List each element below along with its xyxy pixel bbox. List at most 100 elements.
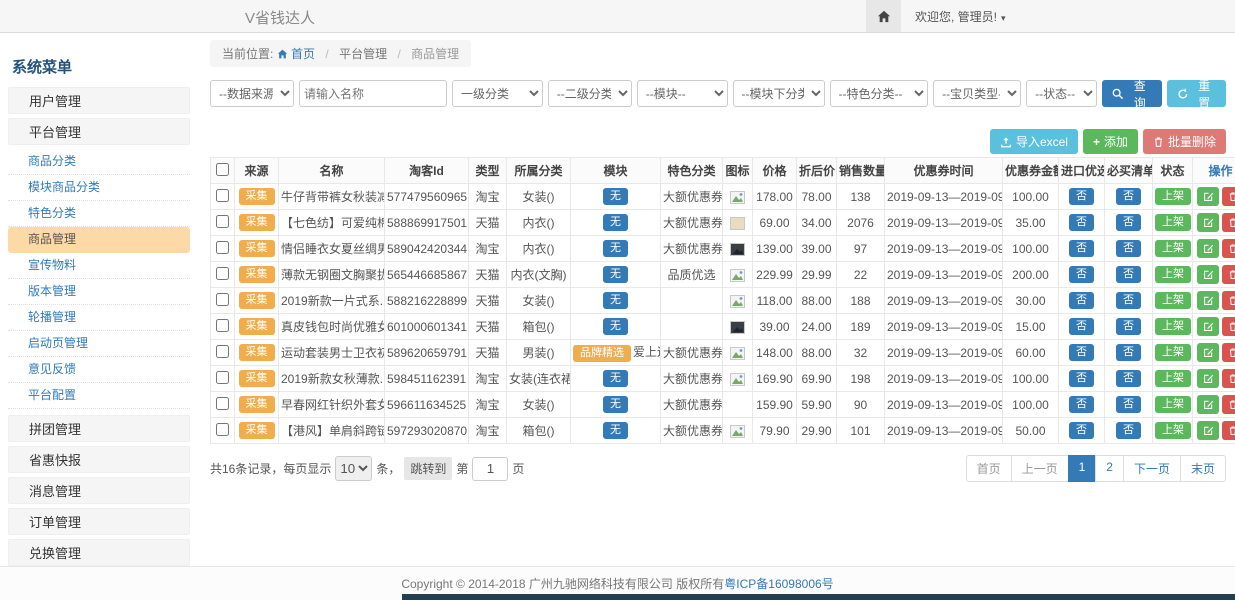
row-checkbox[interactable] (216, 397, 229, 410)
module-badge[interactable]: 无 (603, 318, 628, 335)
select-all-checkbox[interactable] (216, 163, 229, 176)
must-buy-toggle[interactable]: 否 (1116, 240, 1141, 257)
sidebar-item-5[interactable]: 商品管理 (8, 227, 190, 253)
row-checkbox[interactable] (216, 371, 229, 384)
module-badge[interactable]: 无 (603, 370, 628, 387)
status-toggle[interactable]: 上架 (1155, 370, 1191, 387)
sidebar-item-3[interactable]: 模块商品分类 (8, 175, 190, 201)
must-buy-toggle[interactable]: 否 (1116, 422, 1141, 439)
must-buy-toggle[interactable]: 否 (1116, 396, 1141, 413)
delete-button[interactable] (1222, 343, 1235, 362)
sidebar-group-16[interactable]: 兑换管理 (8, 539, 190, 566)
status-toggle[interactable]: 上架 (1155, 292, 1191, 309)
delete-button[interactable] (1222, 369, 1235, 388)
row-checkbox[interactable] (216, 189, 229, 202)
row-checkbox[interactable] (216, 267, 229, 280)
item-type-select[interactable]: --宝贝类型-- (933, 80, 1021, 107)
delete-button[interactable] (1222, 395, 1235, 414)
batch-delete-button[interactable]: 批量删除 (1143, 129, 1226, 154)
edit-button[interactable] (1197, 239, 1219, 258)
edit-button[interactable] (1197, 291, 1219, 310)
module-badge[interactable]: 无 (603, 266, 628, 283)
must-buy-toggle[interactable]: 否 (1116, 214, 1141, 231)
module-badge[interactable]: 无 (603, 396, 628, 413)
sidebar-group-1[interactable]: 平台管理 (8, 118, 190, 145)
welcome-user-menu[interactable]: 欢迎您, 管理员!▾ (915, 8, 1006, 25)
status-toggle[interactable]: 上架 (1155, 188, 1191, 205)
module-badge[interactable]: 品牌精选 (573, 345, 631, 362)
row-checkbox[interactable] (216, 241, 229, 254)
row-checkbox[interactable] (216, 345, 229, 358)
pager-button-1[interactable]: 1 (1068, 455, 1097, 482)
delete-button[interactable] (1222, 291, 1235, 310)
status-toggle[interactable]: 上架 (1155, 266, 1191, 283)
sidebar-item-2[interactable]: 商品分类 (8, 149, 190, 175)
add-button[interactable]: + 添加 (1083, 129, 1138, 154)
must-buy-toggle[interactable]: 否 (1116, 318, 1141, 335)
page-number-input[interactable] (472, 457, 508, 481)
import-select-toggle[interactable]: 否 (1069, 214, 1094, 231)
pager-button-上一页[interactable]: 上一页 (1011, 455, 1069, 482)
home-button[interactable] (866, 0, 901, 32)
status-select[interactable]: --状态-- (1026, 80, 1097, 107)
module-badge[interactable]: 无 (603, 214, 628, 231)
edit-button[interactable] (1197, 395, 1219, 414)
edit-button[interactable] (1197, 187, 1219, 206)
sidebar-group-15[interactable]: 订单管理 (8, 508, 190, 535)
module-badge[interactable]: 无 (603, 240, 628, 257)
delete-button[interactable] (1222, 317, 1235, 336)
search-button[interactable]: 查询 (1102, 80, 1161, 107)
import-select-toggle[interactable]: 否 (1069, 266, 1094, 283)
per-page-select[interactable]: 10 (335, 456, 372, 481)
import-select-toggle[interactable]: 否 (1069, 422, 1094, 439)
import-select-toggle[interactable]: 否 (1069, 318, 1094, 335)
row-checkbox[interactable] (216, 319, 229, 332)
data-source-select[interactable]: --数据来源-- (210, 80, 294, 107)
sidebar-item-10[interactable]: 意见反馈 (8, 357, 190, 383)
row-checkbox[interactable] (216, 423, 229, 436)
edit-button[interactable] (1197, 265, 1219, 284)
level2-category-select[interactable]: --二级分类-- (548, 80, 632, 107)
import-select-toggle[interactable]: 否 (1069, 344, 1094, 361)
pager-button-下一页[interactable]: 下一页 (1123, 455, 1181, 482)
edit-button[interactable] (1197, 317, 1219, 336)
edit-button[interactable] (1197, 369, 1219, 388)
status-toggle[interactable]: 上架 (1155, 422, 1191, 439)
name-input[interactable] (299, 80, 447, 107)
module-badge[interactable]: 无 (603, 292, 628, 309)
sidebar-group-14[interactable]: 消息管理 (8, 477, 190, 504)
sidebar-group-0[interactable]: 用户管理 (8, 87, 190, 114)
must-buy-toggle[interactable]: 否 (1116, 266, 1141, 283)
status-toggle[interactable]: 上架 (1155, 344, 1191, 361)
import-select-toggle[interactable]: 否 (1069, 396, 1094, 413)
sidebar-group-13[interactable]: 省惠快报 (8, 446, 190, 473)
row-checkbox[interactable] (216, 215, 229, 228)
pager-button-2[interactable]: 2 (1095, 455, 1124, 482)
import-excel-button[interactable]: 导入excel (990, 129, 1078, 154)
must-buy-toggle[interactable]: 否 (1116, 344, 1141, 361)
breadcrumb-home-link[interactable]: 首页 (277, 47, 319, 61)
edit-button[interactable] (1197, 421, 1219, 440)
edit-button[interactable] (1197, 343, 1219, 362)
feature-category-select[interactable]: --特色分类-- (830, 80, 929, 107)
delete-button[interactable] (1222, 265, 1235, 284)
import-select-toggle[interactable]: 否 (1069, 370, 1094, 387)
pager-button-末页[interactable]: 末页 (1180, 455, 1226, 482)
edit-button[interactable] (1197, 213, 1219, 232)
module-sub-category-select[interactable]: --模块下分类-- (733, 80, 825, 107)
sidebar-item-11[interactable]: 平台配置 (8, 383, 190, 409)
sidebar-item-6[interactable]: 宣传物料 (8, 253, 190, 279)
must-buy-toggle[interactable]: 否 (1116, 370, 1141, 387)
sidebar-item-7[interactable]: 版本管理 (8, 279, 190, 305)
sidebar-item-4[interactable]: 特色分类 (8, 201, 190, 227)
import-select-toggle[interactable]: 否 (1069, 240, 1094, 257)
row-checkbox[interactable] (216, 293, 229, 306)
delete-button[interactable] (1222, 239, 1235, 258)
module-badge[interactable]: 无 (603, 188, 628, 205)
delete-button[interactable] (1222, 421, 1235, 440)
import-select-toggle[interactable]: 否 (1069, 188, 1094, 205)
status-toggle[interactable]: 上架 (1155, 240, 1191, 257)
status-toggle[interactable]: 上架 (1155, 214, 1191, 231)
sidebar-item-8[interactable]: 轮播管理 (8, 305, 190, 331)
sidebar-group-12[interactable]: 拼团管理 (8, 415, 190, 442)
